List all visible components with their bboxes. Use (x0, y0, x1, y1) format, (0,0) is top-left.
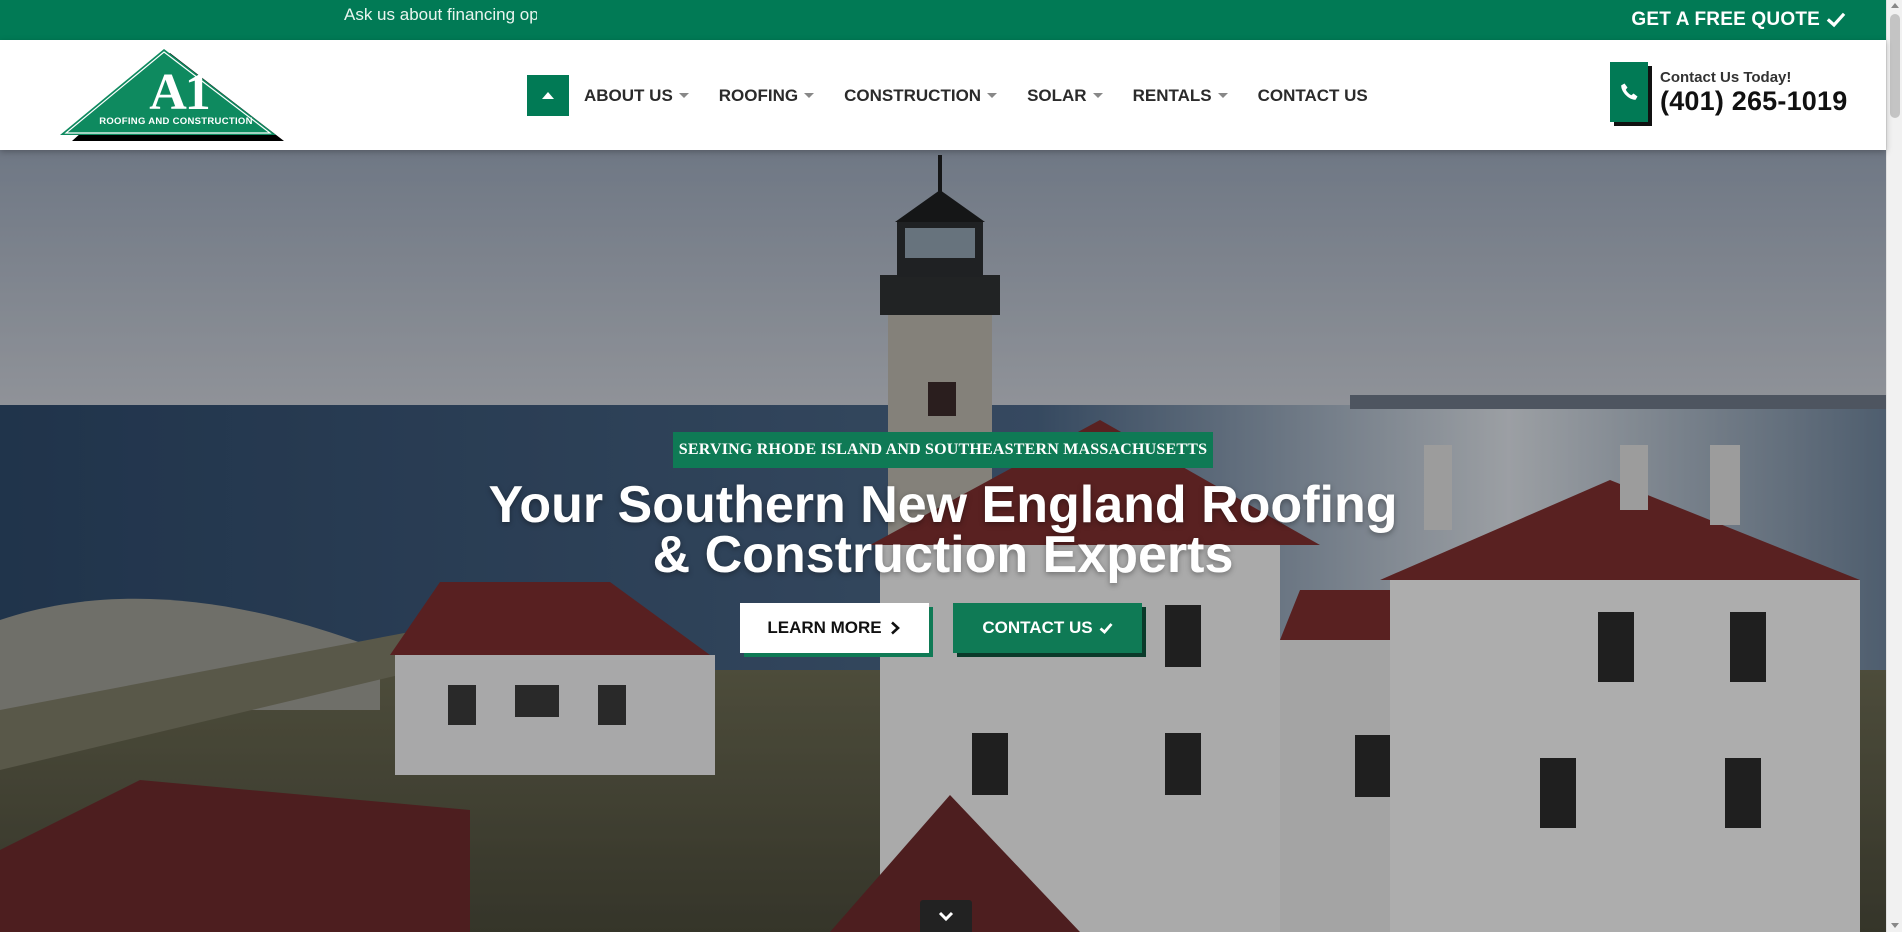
learn-more-button[interactable]: LEARN MORE (740, 603, 929, 653)
quote-label: GET A FREE QUOTE (1631, 9, 1820, 30)
learn-more-label: LEARN MORE (767, 618, 882, 637)
page-scrollbar[interactable] (1886, 0, 1902, 932)
caret-down-icon (987, 93, 998, 98)
phone-icon (1621, 83, 1638, 100)
scroll-down-button[interactable] (920, 900, 972, 932)
caret-down-icon (678, 93, 689, 98)
contact-phone-number[interactable]: (401) 265-1019 (1660, 86, 1847, 116)
hero-contact-us-button[interactable]: CONTACT US (953, 603, 1142, 653)
logo-tagline: ROOFING AND CONSTRUCTION (99, 116, 253, 127)
get-free-quote-link[interactable]: GET A FREE QUOTE (1631, 0, 1846, 40)
nav-item-label: CONTACT US (1257, 85, 1368, 105)
hero-title-line-2: & Construction Experts (652, 526, 1234, 584)
caret-up-icon (542, 92, 554, 99)
service-area-badge: SERVING RHODE ISLAND AND SOUTHEASTERN MA… (673, 432, 1213, 468)
phone-icon-box (1610, 62, 1652, 126)
a1-logo[interactable]: A1 ROOFING AND CONSTRUCTION (58, 49, 286, 141)
checkmark-icon (1826, 12, 1846, 28)
nav-item-label: ROOFING (718, 85, 799, 105)
nav-item-label: CONSTRUCTION (844, 85, 982, 105)
nav-item-solar[interactable]: SOLAR (1027, 86, 1103, 106)
ticker-text: Ask us about financing options (344, 5, 537, 24)
chevron-down-icon (938, 911, 954, 922)
hero-contact-label: CONTACT US (982, 618, 1093, 637)
hero-section: SERVING RHODE ISLAND AND SOUTHEASTERN MA… (0, 150, 1886, 932)
caret-down-icon (804, 93, 815, 98)
site-header: A1 ROOFING AND CONSTRUCTION ABOUT US ROO… (0, 40, 1886, 150)
main-nav: ABOUT US ROOFING CONSTRUCTION SOLAR RENT… (527, 75, 1368, 116)
checkmark-icon (1099, 623, 1113, 634)
nav-item-about-us[interactable]: ABOUT US (584, 86, 689, 106)
nav-item-rentals[interactable]: RENTALS (1133, 86, 1228, 106)
caret-down-icon (1092, 93, 1103, 98)
scroll-down-arrow-icon[interactable] (1891, 923, 1899, 928)
header-contact[interactable]: Contact Us Today! (401) 265-1019 (1610, 62, 1847, 126)
logo-mark: A1 (149, 64, 211, 121)
caret-down-icon (1217, 93, 1228, 98)
hero-title: Your Southern New England Roofing & Cons… (380, 479, 1506, 581)
financing-ticker: Ask us about financing options (344, 0, 537, 32)
contact-label: Contact Us Today! (1660, 69, 1792, 86)
nav-item-construction[interactable]: CONSTRUCTION (844, 85, 998, 106)
chevron-right-icon (890, 621, 900, 635)
scrollbar-thumb[interactable] (1890, 14, 1900, 118)
scroll-up-arrow-icon[interactable] (1891, 3, 1899, 8)
nav-item-label: SOLAR (1027, 85, 1087, 105)
nav-item-label: RENTALS (1132, 85, 1212, 105)
top-announcement-bar: Ask us about financing options GET A FRE… (0, 0, 1886, 40)
nav-item-roofing[interactable]: ROOFING (718, 85, 815, 106)
nav-item-label: ABOUT US (584, 85, 673, 105)
nav-item-contact-us[interactable]: CONTACT US (1258, 86, 1368, 106)
nav-home-button[interactable] (527, 75, 569, 116)
